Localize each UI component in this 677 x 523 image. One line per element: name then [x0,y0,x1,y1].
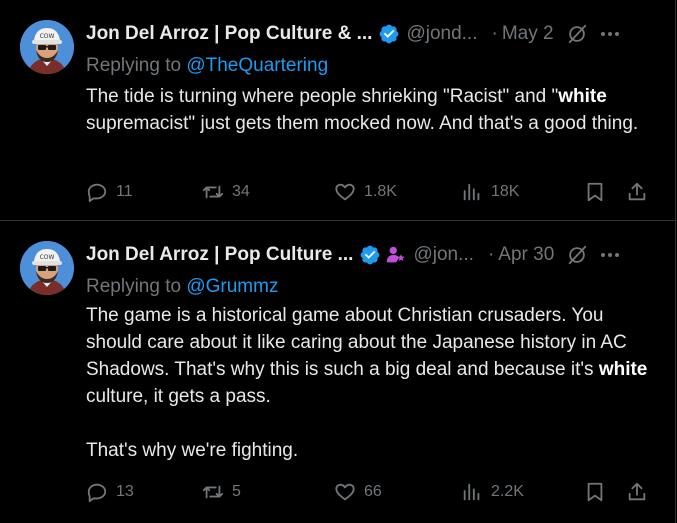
tweet-text-part: The game is a historical game about Chri… [86,305,627,380]
tweet-actions: 13 5 66 2.2K [86,478,655,506]
reply-button[interactable]: 11 [86,178,133,206]
more-icon[interactable] [598,243,622,267]
heart-icon [335,483,355,501]
author-handle[interactable]: @jond... [406,22,477,46]
author-name[interactable]: Jon Del Arroz | Pop Culture & ... [86,22,372,46]
tweet-header: Jon Del Arroz | Pop Culture & ... @jond.… [86,22,661,46]
tweet-text-part: supremacist" just gets them mocked now. … [86,113,639,134]
reply-button[interactable]: 13 [86,478,134,506]
views-icon [463,183,480,201]
bookmark-icon [587,182,603,202]
share-button[interactable] [626,178,648,206]
like-count: 1.8K [364,183,397,200]
tweet-header: Jon Del Arroz | Pop Culture ... @jon... … [86,243,661,267]
reply-icon [87,183,107,203]
tweet-date[interactable]: Apr 30 [498,243,554,267]
repost-button[interactable]: 5 [202,478,241,506]
repost-icon [202,185,224,199]
replying-to: Replying to @TheQuartering [86,54,328,78]
heart-icon [335,183,355,201]
views-button[interactable]: 18K [461,178,519,206]
replying-prefix: Replying to [86,55,182,76]
avatar[interactable]: COW [20,241,74,295]
separator-dot: · [487,244,495,265]
views-count: 18K [491,183,520,200]
share-button[interactable] [626,478,648,506]
reply-mention-link[interactable]: @Grummz [186,276,278,297]
repost-count: 34 [232,183,250,200]
tweet[interactable]: COW Jon Del Arroz | Pop Culture & ... @j… [0,0,676,221]
replying-to: Replying to @Grummz [86,275,278,299]
like-count: 66 [364,483,382,500]
like-button[interactable]: 66 [334,478,382,506]
bookmark-icon [587,482,603,502]
separator-dot: · [491,23,498,44]
affiliate-badge-icon[interactable] [385,244,407,266]
share-icon [628,182,646,201]
replying-prefix: Replying to [86,276,182,297]
tweet-date[interactable]: May 2 [502,22,554,46]
bookmark-button[interactable] [584,478,606,506]
reply-count: 13 [116,483,134,500]
tweet-text-bold: white [598,359,648,380]
reply-count: 11 [116,183,133,200]
tweet[interactable]: COW Jon Del Arroz | Pop Culture ... @jon… [0,221,676,523]
grok-icon[interactable] [566,23,588,45]
svg-text:COW: COW [40,254,55,261]
share-icon [628,482,646,501]
reply-icon [87,483,107,503]
views-count: 2.2K [491,483,524,500]
tweet-text-bold: white [558,86,607,107]
avatar-image: COW [20,241,74,295]
tweet-text-part: culture, it gets a pass. [86,386,271,407]
reply-mention-link[interactable]: @TheQuartering [186,55,328,76]
like-button[interactable]: 1.8K [334,178,397,206]
verified-badge-icon[interactable] [359,244,381,266]
grok-icon[interactable] [566,244,588,266]
views-button[interactable]: 2.2K [461,478,524,506]
views-icon [463,483,480,501]
tweet-actions: 11 34 1.8K 18K [86,178,655,206]
repost-count: 5 [232,483,241,500]
bookmark-button[interactable] [584,178,606,206]
repost-button[interactable]: 34 [202,178,250,206]
tweet-text-paragraph: That's why we're fighting. [86,440,299,461]
avatar-image: COW [20,20,74,74]
verified-badge-icon[interactable] [378,23,400,45]
svg-text:COW: COW [40,33,55,40]
more-icon[interactable] [598,22,622,46]
tweet-text: The tide is turning where people shrieki… [86,83,658,137]
tweet-text: The game is a historical game about Chri… [86,302,658,464]
author-name[interactable]: Jon Del Arroz | Pop Culture ... [86,243,353,267]
author-handle[interactable]: @jon... [413,243,473,267]
tweet-text-part: The tide is turning where people shrieki… [86,86,559,107]
avatar[interactable]: COW [20,20,74,74]
repost-icon [202,485,224,499]
